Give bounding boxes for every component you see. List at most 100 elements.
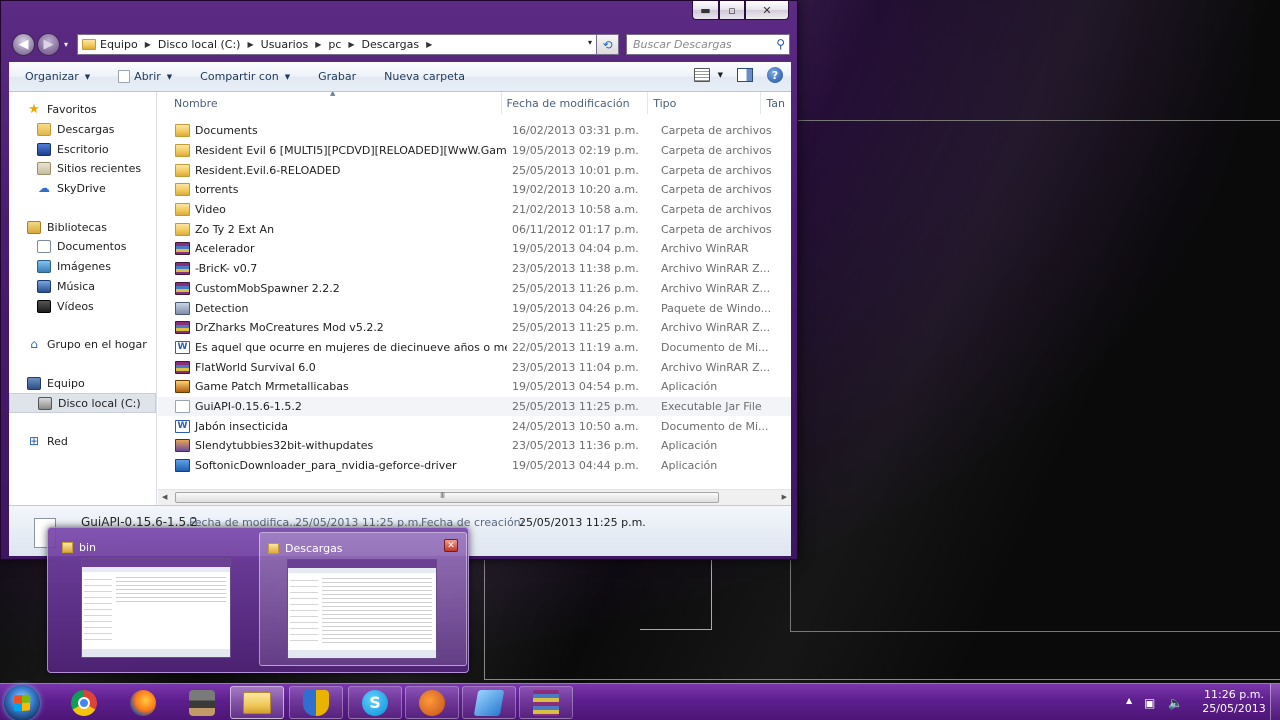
file-name: Acelerador	[195, 242, 255, 256]
nav-label: Escritorio	[57, 142, 109, 156]
file-row[interactable]: Video 21/02/2013 10:58 a.m. Carpeta de arc…	[158, 200, 791, 220]
breadcrumb-equipo[interactable]: Equipo ▶	[100, 38, 158, 51]
nav-item-escritorio[interactable]: Escritorio	[9, 139, 156, 159]
breadcrumb-disco-local[interactable]: Disco local (C:) ▶	[158, 38, 261, 51]
preview-window-descargas[interactable]: Descargas ✕	[259, 532, 467, 666]
share-button[interactable]: Compartir con ▼	[184, 62, 302, 91]
column-header-type[interactable]: Tipo	[648, 92, 762, 114]
recent-pages-arrow-icon[interactable]: ▾	[64, 40, 68, 49]
scroll-left-icon[interactable]: ◀	[162, 493, 167, 501]
chevron-down-icon: ▼	[84, 72, 91, 81]
breadcrumb-separator-icon[interactable]: ▶	[247, 40, 253, 49]
file-name: FlatWorld Survival 6.0	[195, 360, 316, 374]
file-row[interactable]: Slendytubbies32bit-withupdates 23/05/2013…	[158, 436, 791, 456]
preview-title-text: bin	[79, 541, 97, 554]
file-row[interactable]: Game Patch Mrmetallicabas 19/05/2013 04:5…	[158, 377, 791, 397]
address-box[interactable]: Equipo ▶ Disco local (C:) ▶ Usuarios ▶ pc ▶ …	[77, 34, 597, 55]
network-status-icon[interactable]: ▣	[1144, 696, 1155, 710]
column-header-name[interactable]: ▲ Nombre	[158, 92, 502, 114]
file-row[interactable]: FlatWorld Survival 6.0 23/05/2013 11:04 p…	[158, 357, 791, 377]
refresh-button[interactable]: ⟲	[597, 34, 619, 55]
volume-icon[interactable]: 🔈	[1168, 696, 1183, 710]
file-row[interactable]: torrents 19/02/2013 10:20 a.m. Carpeta de …	[158, 180, 791, 200]
file-row[interactable]: CustomMobSpawner 2.2.2 25/05/2013 11:26 p…	[158, 279, 791, 299]
file-name-cell: Resident Evil 6 [MULTI5][PCDVD][RELOADED…	[158, 144, 507, 158]
file-row[interactable]: Resident Evil 6 [MULTI5][PCDVD][RELOADED…	[158, 141, 791, 161]
horizontal-scrollbar[interactable]: ◀ III ▶	[158, 489, 791, 505]
nav-item-sitios-recientes[interactable]: Sitios recientes	[9, 159, 156, 179]
file-row[interactable]: GuiAPI-0.15.6-1.5.2 25/05/2013 11:25 p.m.…	[158, 396, 791, 417]
nav-item-imagenes[interactable]: Imágenes	[9, 257, 156, 277]
scroll-right-icon[interactable]: ▶	[782, 493, 787, 501]
burn-button[interactable]: Grabar	[302, 62, 368, 91]
taskbar-blue-app[interactable]	[462, 686, 516, 719]
breadcrumb-separator-icon[interactable]: ▶	[315, 40, 321, 49]
open-button[interactable]: Abrir ▼	[102, 62, 184, 91]
file-row[interactable]: DrZharks MoCreatures Mod v5.2.2 25/05/201…	[158, 318, 791, 338]
forward-button[interactable]: ▶	[37, 33, 60, 56]
file-row[interactable]: Detection 19/05/2013 04:26 p.m. Paquete de…	[158, 298, 791, 318]
file-row[interactable]: W Jabón insecticida 24/05/2013 10:50 a.m. D…	[158, 416, 791, 436]
file-row[interactable]: Acelerador 19/05/2013 04:04 p.m. Archivo W…	[158, 239, 791, 259]
nav-computer[interactable]: Equipo	[9, 374, 156, 394]
nav-item-skydrive[interactable]: ☁ SkyDrive	[9, 179, 156, 199]
nav-libraries[interactable]: Bibliotecas	[9, 217, 156, 237]
file-row[interactable]: SoftonicDownloader_para_nvidia-geforce-d…	[158, 456, 791, 476]
nav-favorites[interactable]: ★ Favoritos	[9, 100, 156, 120]
search-input[interactable]: Buscar Descargas ⚲	[626, 34, 790, 55]
file-row[interactable]: W Es aquel que ocurre en mujeres de dieci…	[158, 338, 791, 358]
breadcrumb-separator-icon[interactable]: ▶	[145, 40, 151, 49]
column-header-size[interactable]: Tan	[761, 92, 791, 114]
file-row[interactable]: Resident.Evil.6-RELOADED 25/05/2013 10:01…	[158, 160, 791, 180]
preview-window-bin[interactable]: bin	[54, 532, 262, 666]
breadcrumb-separator-icon[interactable]: ▶	[348, 40, 354, 49]
nav-item-musica[interactable]: Música	[9, 277, 156, 297]
file-name: Resident Evil 6 [MULTI5][PCDVD][RELOADED…	[195, 144, 507, 158]
organize-button[interactable]: Organizar ▼	[9, 62, 102, 91]
breadcrumb-separator-icon[interactable]: ▶	[426, 40, 432, 49]
change-view-button[interactable]: ▼	[693, 68, 723, 82]
close-button[interactable]: ✕	[745, 1, 789, 20]
preview-close-button[interactable]: ✕	[444, 539, 458, 552]
taskbar-firefox[interactable]	[116, 686, 170, 719]
taskbar-minecraft[interactable]	[175, 686, 229, 719]
show-hidden-icons-icon[interactable]: ▲	[1126, 696, 1132, 705]
start-button[interactable]	[4, 685, 40, 720]
help-icon[interactable]: ?	[767, 67, 783, 83]
nav-item-documentos[interactable]: Documentos	[9, 237, 156, 257]
documents-icon	[37, 240, 51, 254]
minecraft-icon	[189, 689, 215, 716]
maximize-button[interactable]: ▫	[719, 1, 745, 20]
file-type-cell: Archivo WinRAR Z...	[661, 360, 771, 374]
nav-item-videos[interactable]: Vídeos	[9, 296, 156, 316]
nav-network[interactable]: ⊞ Red	[9, 432, 156, 452]
breadcrumb-pc[interactable]: pc ▶	[328, 38, 361, 51]
taskbar-explorer[interactable]	[230, 686, 284, 719]
new-folder-button[interactable]: Nueva carpeta	[368, 62, 477, 91]
file-date-cell: 19/05/2013 04:44 p.m.	[512, 459, 639, 473]
desktop-icon	[37, 142, 51, 156]
taskbar-security[interactable]	[289, 686, 343, 719]
file-date-cell: 25/05/2013 10:01 p.m.	[512, 163, 639, 177]
breadcrumb-usuarios[interactable]: Usuarios ▶	[261, 38, 329, 51]
taskbar-chrome[interactable]	[57, 686, 111, 719]
file-row[interactable]: -BricK- v0.7 23/05/2013 11:38 p.m. Archivo…	[158, 259, 791, 279]
back-button[interactable]: ◀	[12, 33, 35, 56]
taskbar-winrar[interactable]	[519, 686, 573, 719]
scrollbar-thumb[interactable]: III	[175, 491, 719, 503]
preview-pane-icon[interactable]	[737, 68, 753, 82]
show-desktop-button[interactable]	[1270, 684, 1280, 720]
address-dropdown-icon[interactable]: ▾	[588, 38, 592, 47]
column-header-date[interactable]: Fecha de modificación	[502, 92, 649, 114]
file-row[interactable]: Documents 16/02/2013 03:31 p.m. Carpeta de…	[158, 121, 791, 141]
breadcrumb-descargas[interactable]: Descargas ▶	[362, 38, 440, 51]
nav-item-disco-local[interactable]: Disco local (C:)	[9, 393, 156, 413]
nav-homegroup[interactable]: ⌂ Grupo en el hogar	[9, 335, 156, 355]
taskbar-skype[interactable]: S	[348, 686, 402, 719]
nav-item-descargas[interactable]: Descargas	[9, 120, 156, 140]
search-icon[interactable]: ⚲	[776, 37, 785, 51]
clock[interactable]: 11:26 p.m. 25/05/2013	[1202, 688, 1266, 716]
minimize-button[interactable]: ▬	[692, 1, 719, 20]
file-row[interactable]: Zo Ty 2 Ext An 06/11/2012 01:17 p.m. Carpe…	[158, 219, 791, 239]
taskbar-glove-app[interactable]	[405, 686, 459, 719]
